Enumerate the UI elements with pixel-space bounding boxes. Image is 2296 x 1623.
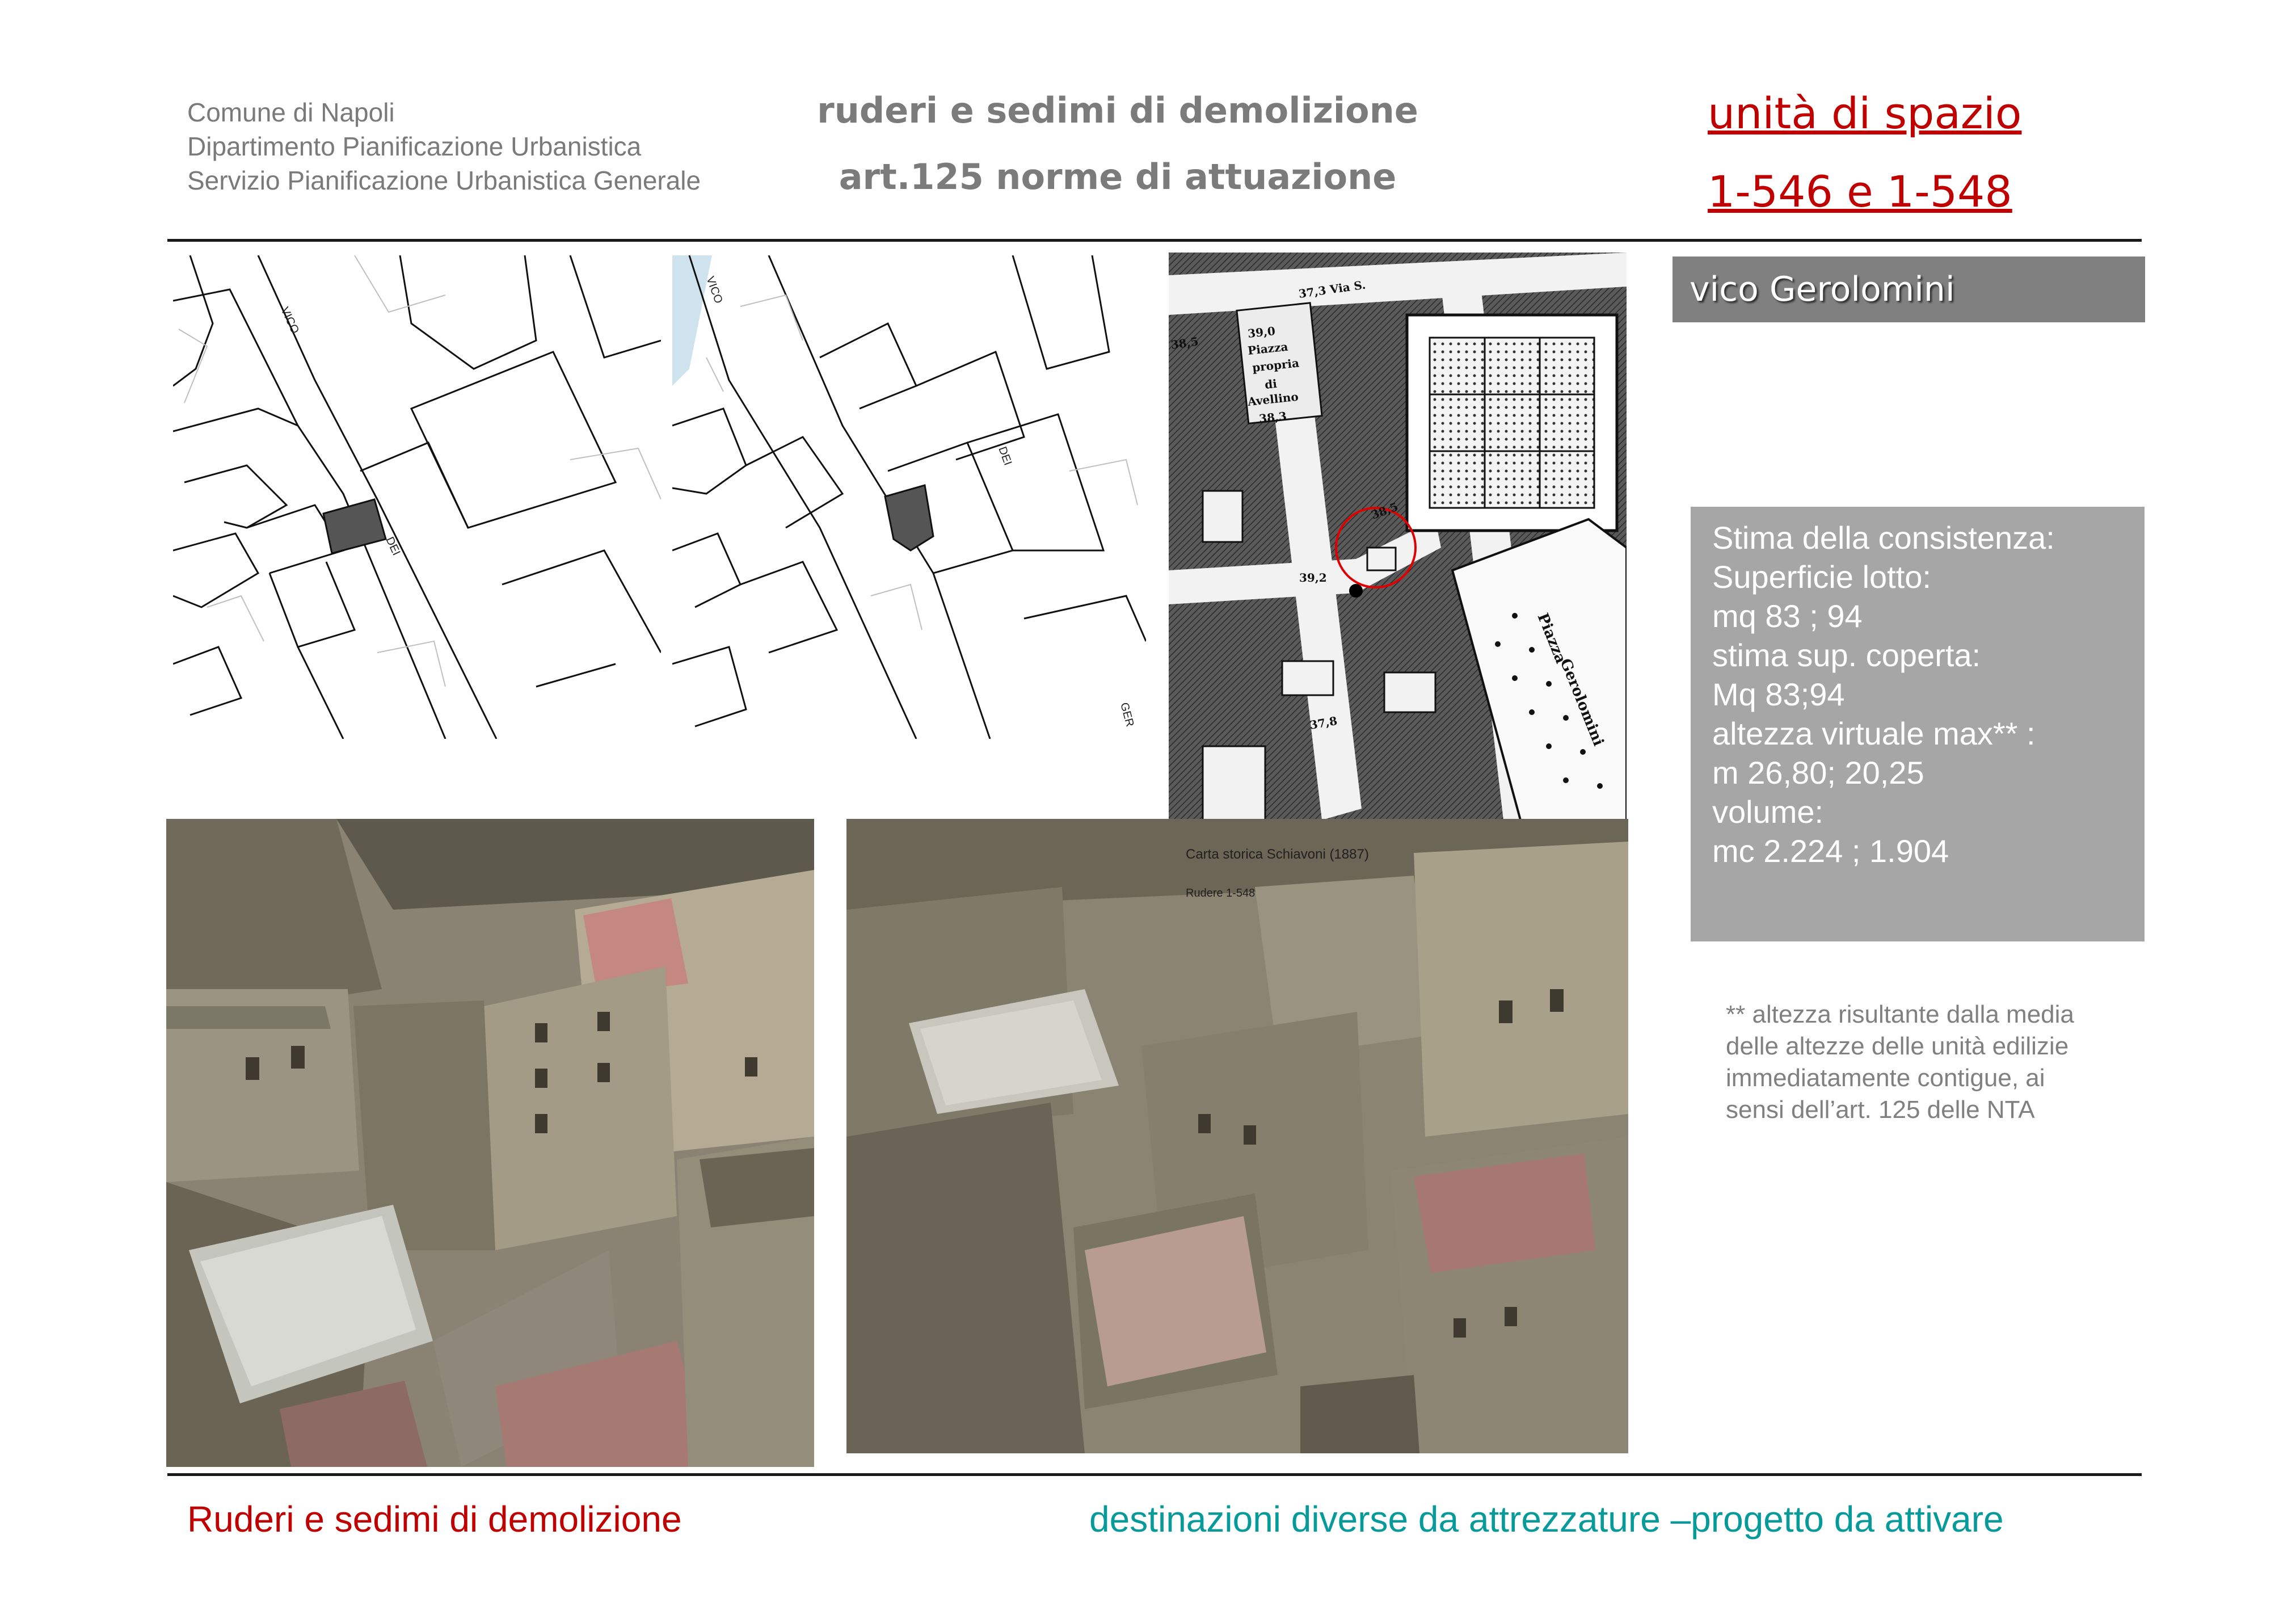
ruin-parcel-1 bbox=[322, 498, 387, 554]
historic-map-drawing: 38,5 39,0 Piazza propria di Avellino 38,… bbox=[1169, 253, 1627, 820]
street-label-vico-1: VICO bbox=[278, 305, 301, 336]
unit-label: unità di spazio bbox=[1708, 88, 2022, 138]
footer-category: Ruderi e sedimi di demolizione bbox=[187, 1499, 682, 1540]
historic-map: 38,5 39,0 Piazza propria di Avellino 38,… bbox=[1169, 253, 1627, 820]
footnote-line-2: delle altezze delle unità edilizie bbox=[1726, 1032, 2069, 1060]
cadastral-map-1-drawing: VICO DEI bbox=[173, 255, 661, 739]
unit-ids: 1-546 e 1-548 bbox=[1708, 166, 2012, 217]
historic-label-elev-3: 38,3 bbox=[1258, 409, 1287, 426]
aerial-photo-2 bbox=[846, 819, 1628, 1453]
street-label-dei-1: DEI bbox=[383, 535, 402, 558]
stats-height-label: altezza virtuale max** : bbox=[1712, 716, 2036, 751]
cadastral-map-2-drawing: VICO DEI GER bbox=[672, 255, 1146, 739]
stats-lot-area-value: mq 83 ; 94 bbox=[1712, 598, 1863, 634]
cadastral-map-2: VICO DEI GER bbox=[672, 255, 1146, 739]
ruin-parcel-2 bbox=[884, 484, 934, 552]
footnote-line-4: sensi dell’art. 125 delle NTA bbox=[1726, 1096, 2035, 1124]
cadastral-map-1: VICO DEI bbox=[173, 255, 661, 739]
street-label-ger-2: GER bbox=[1118, 701, 1136, 729]
aerial-photo-2-drawing bbox=[846, 819, 1628, 1453]
historic-label-elev-5: 39,2 bbox=[1299, 571, 1327, 585]
historic-map-caption: Carta storica Schiavoni (1887) bbox=[1186, 847, 1369, 862]
historic-label-elev-2: 39,0 bbox=[1247, 324, 1276, 340]
footer-divider bbox=[167, 1473, 2142, 1476]
blue-area bbox=[672, 255, 712, 386]
aerial-photo-1 bbox=[166, 819, 814, 1467]
street-label-vico-2: VICO bbox=[703, 275, 724, 305]
stats-height-value: m 26,80; 20,25 bbox=[1712, 755, 1924, 791]
stats-lot-area-label: Superficie lotto: bbox=[1712, 559, 1931, 595]
footnote-line-3: immediatamente contigue, ai bbox=[1726, 1064, 2045, 1092]
title-block: ruderi e sedimi di demolizione art.125 n… bbox=[738, 85, 1498, 205]
street-name-bar: vico Gerolomini bbox=[1673, 257, 2145, 322]
org-line-2: Dipartimento Pianificazione Urbanistica bbox=[187, 132, 642, 161]
header-divider bbox=[167, 239, 2142, 242]
org-line-1: Comune di Napoli bbox=[187, 98, 395, 127]
height-footnote: ** altezza risultante dalla media delle … bbox=[1726, 999, 2134, 1126]
unit-block: unità di spazio 1-546 e 1-548 bbox=[1708, 85, 2021, 242]
historic-label-di: di bbox=[1264, 377, 1278, 392]
historic-marker-dot bbox=[1349, 584, 1363, 598]
footnote-line-1: ** altezza risultante dalla media bbox=[1726, 1000, 2074, 1028]
stats-volume-value: mc 2.224 ; 1.904 bbox=[1712, 833, 1949, 869]
page-subtitle: art.125 norme di attuazione bbox=[839, 156, 1397, 197]
consistency-estimate-panel: Stima della consistenza: Superficie lott… bbox=[1691, 507, 2145, 941]
street-label-dei-2: DEI bbox=[996, 445, 1014, 467]
org-line-3: Servizio Pianificazione Urbanistica Gene… bbox=[187, 166, 701, 195]
ruin-caption: Rudere 1-548 bbox=[1186, 887, 1256, 899]
stats-covered-area-label: stima sup. coperta: bbox=[1712, 637, 1981, 673]
footer-destination: destinazioni diverse da attrezzature –pr… bbox=[1089, 1499, 2004, 1540]
stats-heading: Stima della consistenza: bbox=[1712, 520, 2055, 556]
historic-cloister-garden bbox=[1429, 337, 1595, 509]
aerial-photo-1-drawing bbox=[166, 819, 814, 1467]
stats-volume-label: volume: bbox=[1712, 794, 1824, 830]
organization-block: Comune di Napoli Dipartimento Pianificaz… bbox=[187, 95, 755, 197]
page-title: ruderi e sedimi di demolizione bbox=[817, 90, 1418, 131]
stats-covered-area-value: Mq 83;94 bbox=[1712, 676, 1845, 712]
